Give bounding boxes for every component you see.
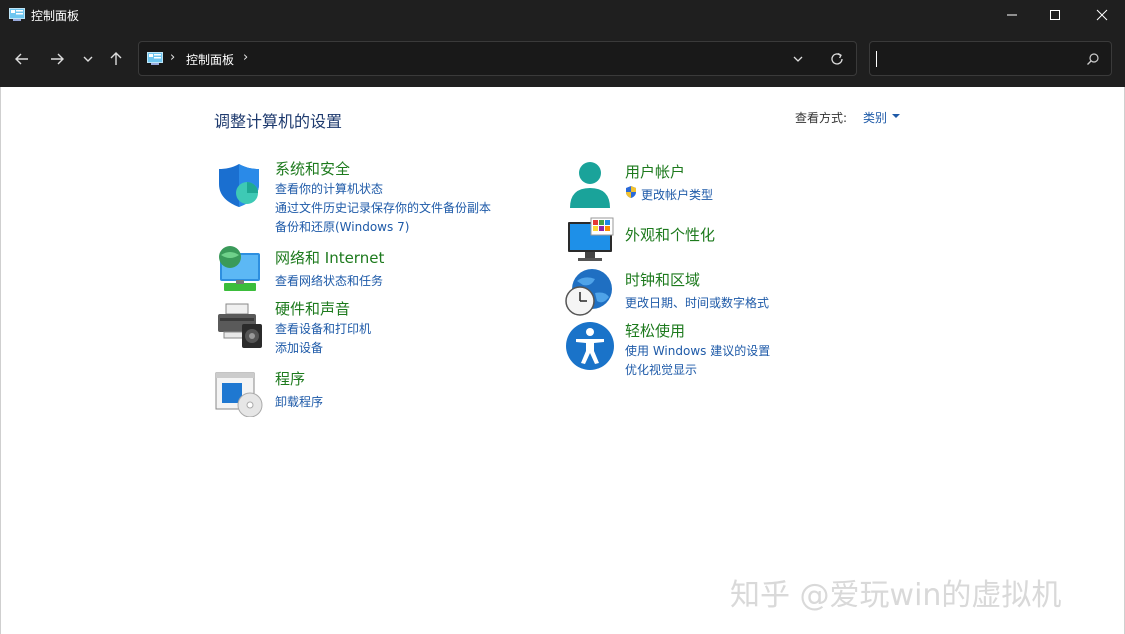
control-panel-icon (147, 52, 163, 65)
category-ease-of-access[interactable]: 轻松使用 (625, 320, 685, 341)
back-button[interactable] (10, 47, 34, 71)
dropdown-arrow-icon[interactable] (892, 114, 900, 118)
link-recommended-settings[interactable]: 使用 Windows 建议的设置 (625, 342, 770, 359)
address-bar[interactable]: › 控制面板 › (138, 41, 857, 76)
uac-shield-icon (626, 186, 636, 198)
window-title: 控制面板 (31, 9, 80, 23)
minimize-button[interactable] (989, 0, 1035, 30)
content-area: 调整计算机的设置 查看方式: 类别 系统和安全 查看你的计算机状态 通过文件历史… (0, 87, 1125, 634)
user-icon[interactable] (565, 160, 615, 210)
search-icon[interactable] (1086, 52, 1100, 66)
navigation-bar: › 控制面板 › (0, 30, 1125, 87)
monitor-personalize-icon[interactable] (565, 215, 615, 265)
link-change-date-time-format[interactable]: 更改日期、时间或数字格式 (625, 294, 769, 311)
breadcrumb-separator[interactable]: › (243, 50, 248, 65)
maximize-button[interactable] (1032, 0, 1078, 30)
link-file-history[interactable]: 通过文件历史记录保存你的文件备份副本 (275, 199, 491, 216)
link-devices-printers[interactable]: 查看设备和打印机 (275, 320, 371, 337)
up-button[interactable] (104, 47, 128, 71)
close-button[interactable] (1079, 0, 1125, 30)
category-programs[interactable]: 程序 (275, 368, 305, 389)
control-panel-icon (9, 8, 25, 21)
programs-disc-icon[interactable] (214, 367, 264, 417)
link-network-status[interactable]: 查看网络状态和任务 (275, 272, 383, 289)
maximize-icon (1050, 10, 1060, 20)
category-system-security[interactable]: 系统和安全 (275, 158, 350, 179)
link-backup-restore[interactable]: 备份和还原(Windows 7) (275, 218, 409, 235)
link-change-account-type[interactable]: 更改帐户类型 (641, 186, 713, 203)
category-clock-region[interactable]: 时钟和区域 (625, 269, 700, 290)
watermark: 知乎 @爱玩win的虚拟机 (730, 578, 1062, 613)
breadcrumb-separator[interactable]: › (170, 50, 175, 65)
text-caret (876, 51, 877, 67)
arrow-left-icon (15, 53, 28, 65)
accessibility-icon[interactable] (565, 321, 615, 371)
search-input[interactable] (869, 41, 1112, 76)
recent-locations-button[interactable] (76, 47, 100, 71)
breadcrumb-control-panel[interactable]: 控制面板 (186, 51, 234, 68)
category-user-accounts[interactable]: 用户帐户 (625, 161, 685, 182)
view-by-label: 查看方式: (795, 111, 848, 125)
refresh-icon[interactable] (829, 51, 845, 67)
printer-speaker-icon[interactable] (214, 300, 264, 350)
minimize-icon (1007, 14, 1017, 16)
link-view-computer-status[interactable]: 查看你的计算机状态 (275, 180, 383, 197)
forward-button[interactable] (45, 47, 69, 71)
chevron-down-icon[interactable] (791, 52, 805, 66)
arrow-right-icon (51, 53, 64, 65)
link-uninstall-program[interactable]: 卸载程序 (275, 393, 323, 410)
title-bar: 控制面板 (0, 0, 1125, 30)
chevron-down-icon (83, 56, 93, 62)
arrow-up-icon (110, 52, 122, 65)
close-icon (1096, 9, 1108, 21)
shield-icon[interactable] (214, 160, 264, 210)
category-network-internet[interactable]: 网络和 Internet (275, 247, 384, 268)
category-hardware-sound[interactable]: 硬件和声音 (275, 298, 350, 319)
view-by-dropdown[interactable]: 类别 (863, 109, 887, 126)
network-globe-icon[interactable] (214, 245, 264, 295)
page-title: 调整计算机的设置 (214, 112, 343, 131)
link-optimize-visual-display[interactable]: 优化视觉显示 (625, 361, 697, 378)
category-appearance-personalization[interactable]: 外观和个性化 (625, 224, 715, 245)
link-add-device[interactable]: 添加设备 (275, 339, 323, 356)
clock-globe-icon[interactable] (565, 267, 615, 317)
